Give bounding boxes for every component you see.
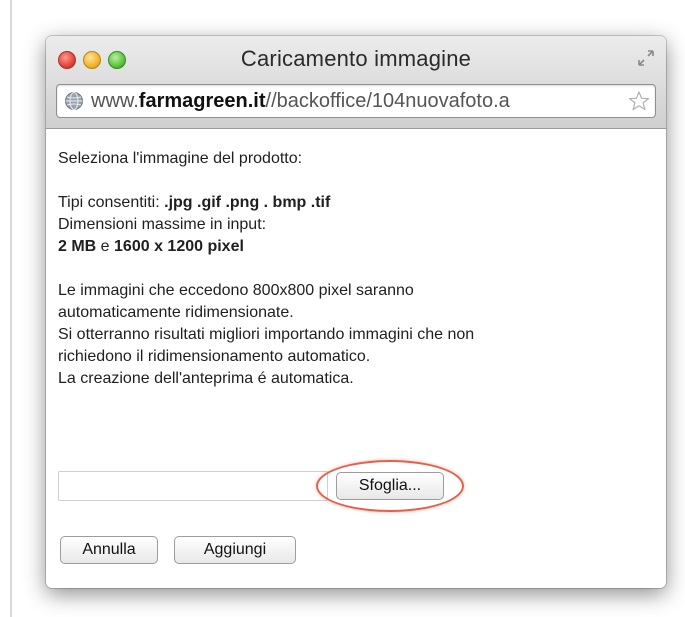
max-joiner: e <box>96 238 115 255</box>
max-size: 2 MB <box>58 238 97 255</box>
resize-note-line2: automaticamente ridimensionate. <box>58 304 294 321</box>
allowed-types: Tipi consentiti: .jpg .gif .png . bmp .t… <box>58 192 656 214</box>
cancel-button[interactable]: Annulla <box>60 536 158 564</box>
tip-line1: Si otterranno risultati migliori importa… <box>58 326 475 343</box>
window-titlebar[interactable]: Caricamento immagine www.farmagreen.it//… <box>46 36 666 129</box>
upload-instructions: Seleziona l'immagine del prodotto: Tipi … <box>58 148 656 390</box>
page-left-border <box>10 0 12 617</box>
window-title: Caricamento immagine <box>240 46 472 71</box>
preview-note: La creazione dell'anteprima é automatica… <box>58 370 354 387</box>
allowed-types-label: Tipi consentiti: <box>58 194 165 211</box>
max-dimensions-value: 2 MB e 1600 x 1200 pixel <box>58 236 656 258</box>
file-upload-row: Sfoglia... <box>58 460 478 512</box>
url-domain: farmagreen.it <box>138 89 266 112</box>
browse-button[interactable]: Sfoglia... <box>336 472 444 500</box>
add-button[interactable]: Aggiungi <box>174 536 296 564</box>
popup-window: Caricamento immagine www.farmagreen.it//… <box>46 36 666 588</box>
max-dimensions-label: Dimensioni massime in input: <box>58 216 267 233</box>
url-prefix: www. <box>91 89 139 112</box>
globe-icon <box>65 92 83 110</box>
star-icon[interactable] <box>628 90 650 112</box>
intro-text: Seleziona l'immagine del prodotto: <box>58 150 303 167</box>
fullscreen-icon[interactable] <box>636 48 656 68</box>
url-text: www.farmagreen.it//backoffice/104nuovafo… <box>91 90 628 113</box>
max-resolution: 1600 x 1200 pixel <box>114 238 244 255</box>
resize-note-line1: Le immagini che eccedono 800x800 pixel s… <box>58 282 414 299</box>
tip-line2: richiedono il ridimensionamento automati… <box>58 348 371 365</box>
address-bar[interactable]: www.farmagreen.it//backoffice/104nuovafo… <box>56 84 656 118</box>
allowed-types-value: .jpg .gif .png . bmp .tif <box>164 194 331 211</box>
url-path: //backoffice/104nuovafoto.a <box>265 89 510 112</box>
file-path-field[interactable] <box>58 471 328 501</box>
